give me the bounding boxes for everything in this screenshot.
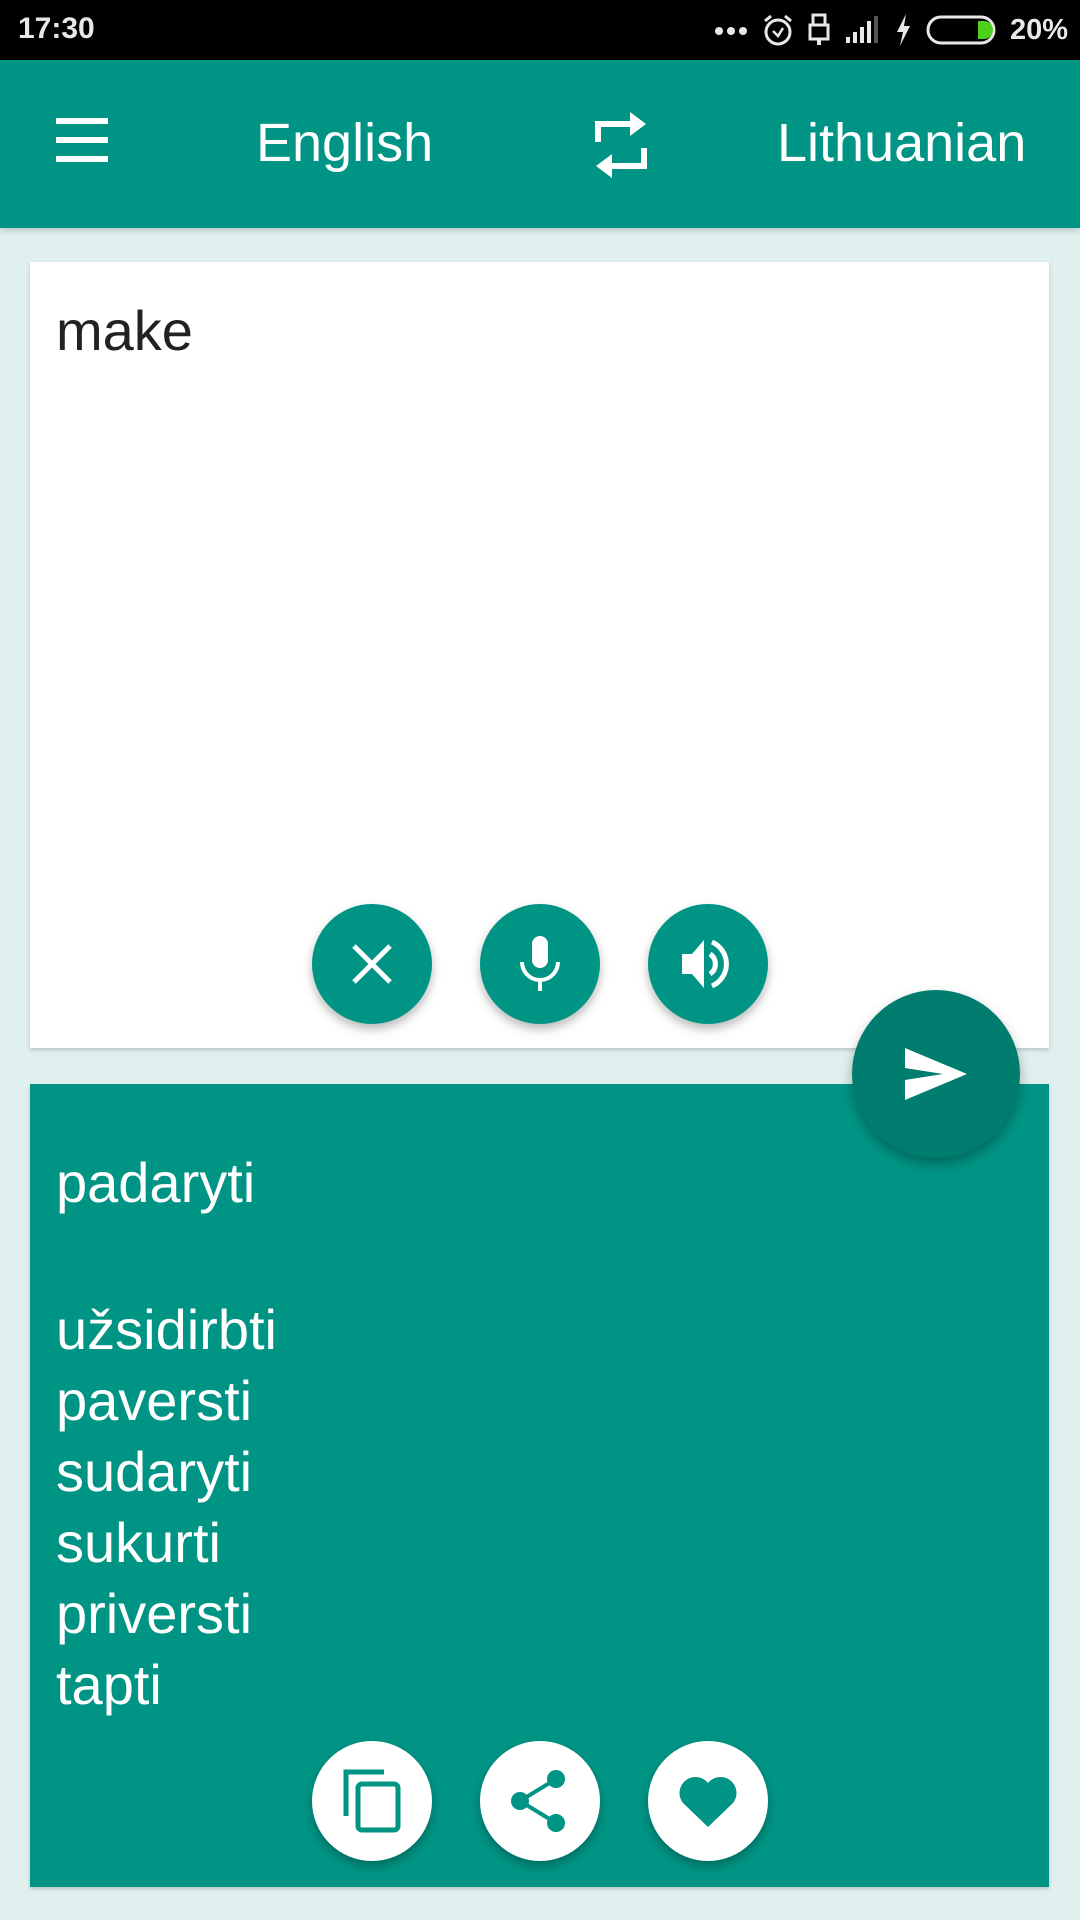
swap-languages-button[interactable] (592, 112, 652, 178)
menu-icon-bar (56, 156, 108, 162)
battery-percent: 20% (1009, 13, 1068, 46)
list-item: tapti (56, 1653, 162, 1716)
send-icon (905, 1048, 967, 1100)
menu-icon-bar (56, 137, 108, 143)
output-card: padaryti užsidirbti paversti sudaryti su… (30, 1084, 1049, 1887)
usb-icon (808, 13, 830, 47)
status-icons: 20% (714, 12, 1068, 48)
input-card: make (30, 262, 1049, 1048)
swap-icon (595, 112, 647, 178)
copy-icon (343, 1769, 401, 1833)
menu-button[interactable] (52, 118, 112, 168)
more-dots-icon (714, 24, 748, 36)
clear-button[interactable] (312, 904, 432, 1024)
status-bar: 17:30 20% (0, 0, 1080, 60)
status-time: 17:30 (18, 12, 95, 45)
share-button[interactable] (480, 1741, 600, 1861)
favorite-button[interactable] (648, 1741, 768, 1861)
list-item: užsidirbti (56, 1298, 277, 1361)
battery-icon (926, 15, 996, 45)
copy-button[interactable] (312, 1741, 432, 1861)
microphone-icon (520, 936, 560, 991)
share-icon (511, 1770, 565, 1832)
charging-icon (894, 13, 912, 47)
signal-icon (844, 15, 880, 45)
primary-translation: padaryti (56, 1151, 256, 1214)
app-bar: English Lithuanian (0, 60, 1080, 228)
menu-icon (56, 118, 108, 124)
list-item: priversti (56, 1582, 253, 1645)
target-language-selector[interactable]: Lithuanian (777, 112, 1026, 174)
alternative-translations: užsidirbti paversti sudaryti sukurti pri… (56, 1294, 277, 1720)
list-item: sukurti (56, 1511, 221, 1574)
speak-button[interactable] (648, 904, 768, 1024)
list-item: sudaryti (56, 1440, 253, 1503)
source-language-selector[interactable]: English (256, 112, 433, 174)
voice-input-button[interactable] (480, 904, 600, 1024)
list-item: paversti (56, 1369, 253, 1432)
speaker-icon (682, 939, 729, 989)
close-icon (352, 944, 392, 984)
heart-icon (679, 1776, 737, 1827)
alarm-icon (762, 13, 794, 47)
source-text-input[interactable]: make (56, 298, 193, 363)
translate-button[interactable] (852, 990, 1020, 1158)
